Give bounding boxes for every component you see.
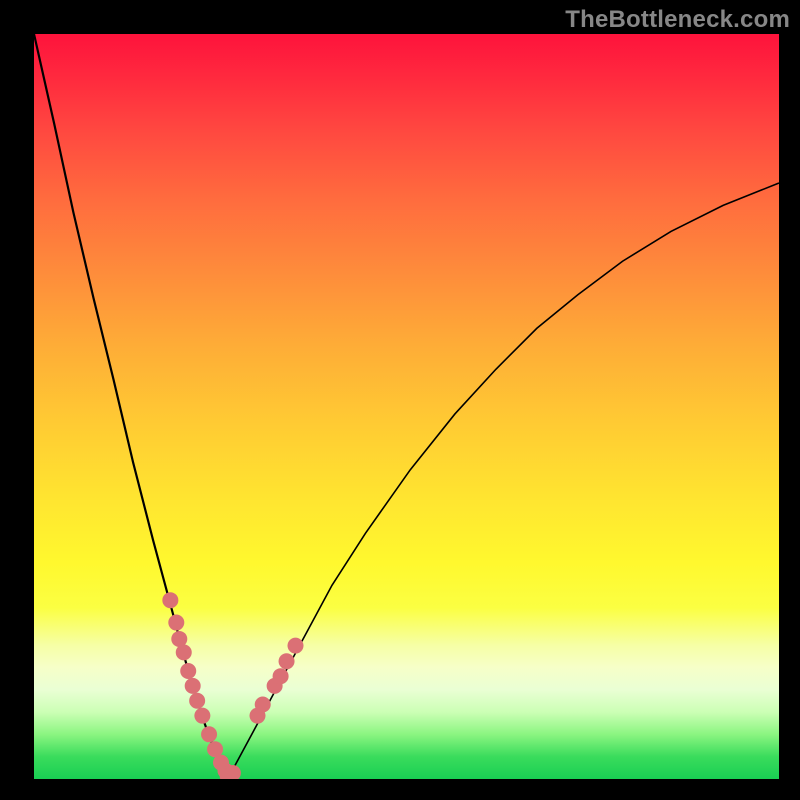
scatter-point xyxy=(194,708,210,724)
scatter-point xyxy=(189,693,205,709)
scatter-point xyxy=(180,663,196,679)
watermark-text: TheBottleneck.com xyxy=(565,6,790,34)
scatter-point xyxy=(201,726,217,742)
scatter-point xyxy=(273,668,289,684)
figure-root: TheBottleneck.com xyxy=(0,0,800,800)
scatter-point xyxy=(162,592,178,608)
scatter-point xyxy=(279,653,295,669)
scatter-point xyxy=(168,615,184,631)
scatter-markers xyxy=(34,34,779,779)
scatter-point xyxy=(288,638,304,654)
scatter-point xyxy=(176,644,192,660)
scatter-point xyxy=(255,697,271,713)
scatter-point xyxy=(185,678,201,694)
chart-area xyxy=(34,34,779,779)
